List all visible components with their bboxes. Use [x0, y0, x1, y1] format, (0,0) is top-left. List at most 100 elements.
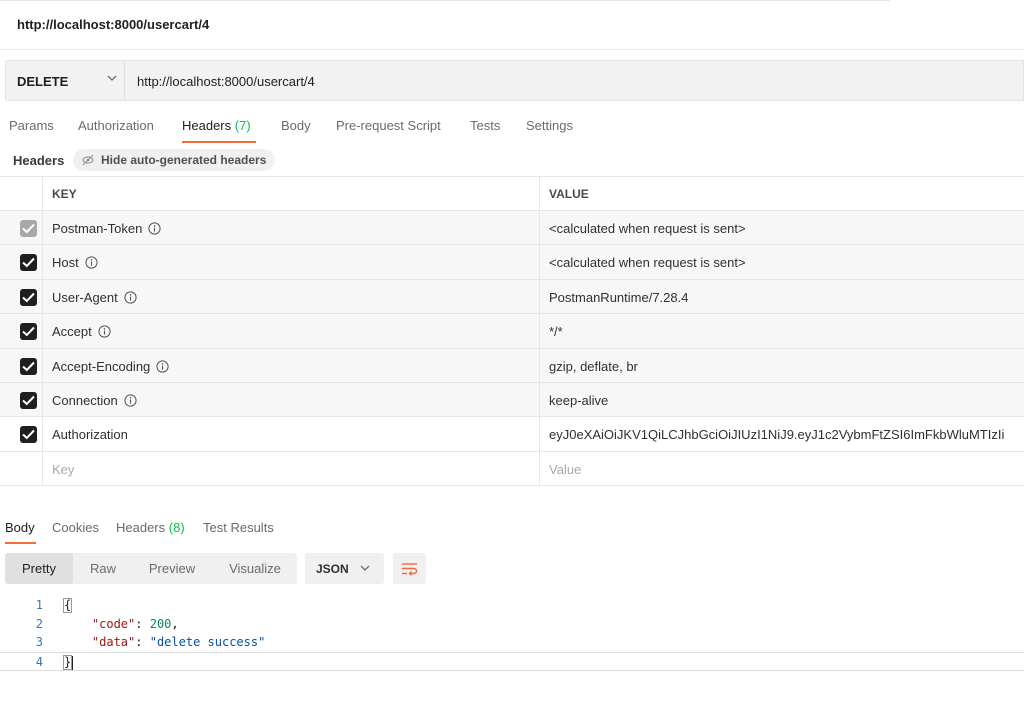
- line-number: 1: [35, 598, 43, 612]
- code-line: 2 "code": 200,: [0, 615, 1024, 634]
- close-brace: }: [63, 655, 73, 671]
- info-icon[interactable]: [124, 291, 137, 304]
- headers-table: KEY VALUE Postman-Token <calculated when…: [0, 176, 1024, 487]
- header-checkbox[interactable]: [20, 426, 37, 444]
- response-tab-headers-label: Headers: [116, 520, 166, 535]
- info-icon[interactable]: [148, 222, 161, 235]
- header-value-cell[interactable]: keep-alive: [549, 393, 608, 408]
- header-checkbox[interactable]: [20, 323, 37, 341]
- info-icon[interactable]: [124, 394, 137, 407]
- json-value-code: 200: [149, 616, 172, 631]
- table-row: Host <calculated when request is sent>: [0, 245, 1024, 280]
- top-divider: [0, 0, 890, 1]
- view-raw[interactable]: Raw: [75, 553, 131, 584]
- format-select[interactable]: JSON: [305, 553, 384, 584]
- tab-headers-count: (7): [234, 118, 251, 133]
- line-number: 2: [35, 616, 43, 631]
- view-mode-group: Pretty Raw Preview Visualize: [5, 553, 297, 584]
- wrap-lines-icon: [402, 563, 418, 576]
- header-key-cell[interactable]: Postman-Token: [52, 221, 161, 236]
- header-value-cell[interactable]: */*: [549, 324, 563, 339]
- tab-headers[interactable]: Headers (7): [182, 118, 251, 133]
- request-title[interactable]: http://localhost:8000/usercart/4: [17, 17, 209, 32]
- line-number: 4: [35, 655, 43, 670]
- header-checkbox[interactable]: [20, 288, 37, 306]
- info-icon[interactable]: [156, 360, 169, 373]
- code-line: 4 }: [0, 652, 1024, 671]
- chevron-down-icon: [360, 565, 370, 571]
- table-row: Authorization eyJ0eXAiOiJKV1QiLCJhbGciOi…: [0, 417, 1024, 452]
- view-visualize[interactable]: Visualize: [213, 553, 297, 584]
- header-key-cell[interactable]: Accept: [52, 324, 111, 339]
- header-key-cell[interactable]: Host: [52, 255, 98, 270]
- headers-section-label: Headers: [13, 153, 65, 168]
- header-key-cell[interactable]: Authorization: [52, 427, 128, 442]
- table-row: Postman-Token <calculated when request i…: [0, 211, 1024, 246]
- response-tab-cookies[interactable]: Cookies: [52, 520, 99, 535]
- header-key-text: Postman-Token: [52, 221, 143, 236]
- header-key-text: Accept: [52, 324, 92, 340]
- json-key-data: "data": [91, 635, 136, 650]
- new-value-input[interactable]: Value: [549, 462, 581, 477]
- check-icon: [22, 430, 35, 440]
- code-line: 1 {: [0, 596, 1024, 615]
- table-header-row: KEY VALUE: [0, 177, 1024, 211]
- header-value-cell[interactable]: PostmanRuntime/7.28.4: [549, 290, 688, 305]
- new-key-input[interactable]: Key: [52, 462, 74, 477]
- line-number: 3: [35, 635, 43, 650]
- tab-settings[interactable]: Settings: [526, 118, 573, 133]
- header-key-text: User-Agent: [52, 289, 118, 305]
- tab-headers-label: Headers: [182, 118, 232, 133]
- header-checkbox[interactable]: [20, 220, 37, 237]
- table-row: Accept */*: [0, 314, 1024, 349]
- header-value-cell[interactable]: <calculated when request is sent>: [549, 255, 746, 270]
- check-icon: [22, 258, 35, 268]
- response-body-editor[interactable]: 1 { 2 "code": 200, 3 "data": "delete suc…: [0, 596, 1024, 671]
- url-input[interactable]: http://localhost:8000/usercart/4: [137, 74, 315, 89]
- column-header-value: VALUE: [549, 187, 589, 201]
- chevron-down-icon: [107, 75, 117, 81]
- wrap-lines-button[interactable]: [393, 553, 426, 584]
- tab-authorization[interactable]: Authorization: [78, 118, 154, 133]
- request-bar: DELETE http://localhost:8000/usercart/4: [5, 60, 1024, 101]
- view-pretty[interactable]: Pretty: [5, 553, 73, 584]
- check-icon: [22, 395, 35, 406]
- info-icon[interactable]: [98, 325, 111, 338]
- header-checkbox[interactable]: [20, 357, 37, 375]
- method-select[interactable]: DELETE: [6, 61, 125, 100]
- tab-pre-request-script[interactable]: Pre-request Script: [336, 118, 441, 133]
- json-key-code: "code": [91, 616, 136, 631]
- table-row: User-Agent PostmanRuntime/7.28.4: [0, 279, 1024, 315]
- header-key-text: Accept-Encoding: [52, 358, 151, 374]
- active-response-tab-indicator: [5, 542, 36, 544]
- header-value-cell[interactable]: <calculated when request is sent>: [549, 221, 746, 236]
- column-header-key: KEY: [52, 187, 77, 201]
- tab-tests[interactable]: Tests: [470, 118, 500, 133]
- response-tab-body[interactable]: Body: [5, 520, 35, 535]
- method-label: DELETE: [17, 74, 69, 89]
- request-tabs: Params Authorization Headers (7) Body Pr…: [0, 112, 1024, 144]
- info-icon[interactable]: [85, 256, 98, 270]
- view-preview[interactable]: Preview: [135, 553, 209, 584]
- hide-autogenerated-headers-button[interactable]: Hide auto-generated headers: [73, 149, 276, 171]
- header-key-cell[interactable]: Accept-Encoding: [52, 359, 169, 374]
- check-icon: [22, 292, 35, 303]
- tab-body[interactable]: Body: [281, 118, 311, 133]
- response-tab-headers-count: (8): [168, 520, 185, 535]
- response-tab-test-results[interactable]: Test Results: [203, 520, 274, 535]
- header-key-text: Host: [52, 255, 79, 271]
- active-tab-indicator: [182, 141, 256, 143]
- header-key-cell[interactable]: User-Agent: [52, 290, 137, 305]
- header-key-text: Connection: [52, 392, 118, 408]
- json-value-data: "delete success": [149, 635, 266, 650]
- header-checkbox[interactable]: [20, 391, 37, 409]
- open-brace: {: [63, 598, 73, 613]
- header-value-cell[interactable]: eyJ0eXAiOiJKV1QiLCJhbGciOiJIUzI1NiJ9.eyJ…: [549, 427, 1004, 442]
- response-tab-headers[interactable]: Headers (8): [116, 520, 185, 535]
- header-key-cell[interactable]: Connection: [52, 393, 137, 408]
- header-checkbox[interactable]: [20, 254, 37, 272]
- hide-autogenerated-headers-label: Hide auto-generated headers: [101, 153, 267, 167]
- format-label: JSON: [316, 562, 349, 576]
- tab-params[interactable]: Params: [9, 118, 54, 133]
- header-value-cell[interactable]: gzip, deflate, br: [549, 359, 638, 374]
